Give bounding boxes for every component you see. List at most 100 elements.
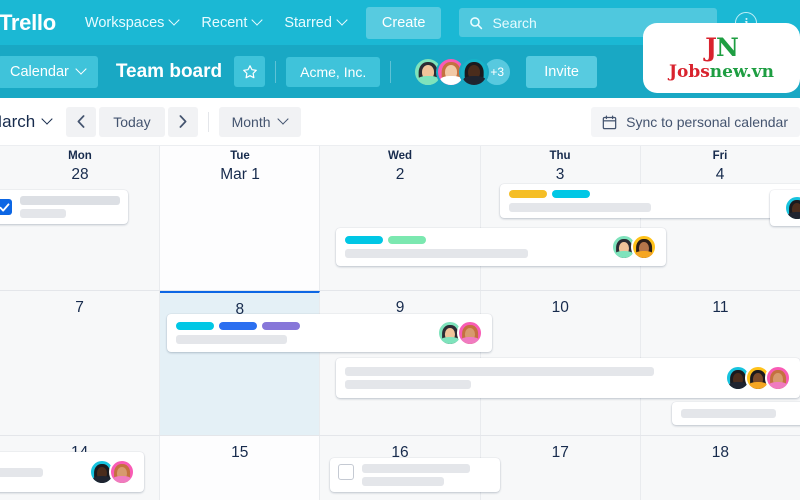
week-divider (0, 290, 800, 291)
day-cell-8-today[interactable]: 8 (160, 291, 321, 436)
card-label-green (388, 236, 426, 244)
card-text-line (20, 209, 66, 218)
card-mon28-checked[interactable] (0, 190, 128, 224)
card-day14-span[interactable] (0, 452, 144, 492)
card-text-line (0, 467, 43, 477)
card-avatar-group (725, 365, 791, 391)
chevron-left-icon (77, 115, 85, 128)
calendar-icon (602, 115, 617, 129)
card-text-line (176, 335, 288, 344)
card-day11-bottom[interactable] (672, 402, 800, 425)
day-number-label: 17 (551, 444, 569, 461)
card-text-line (345, 367, 654, 376)
card-avatar-group (784, 195, 800, 221)
avatar[interactable] (109, 459, 135, 485)
card-label-purple (262, 322, 300, 330)
avatar[interactable] (459, 56, 490, 87)
day-cell-7[interactable]: 7 (0, 291, 161, 436)
view-range-selector[interactable]: Month (218, 106, 301, 137)
previous-period-button[interactable] (66, 106, 97, 137)
calendar-toolbar: March Today Month (0, 98, 800, 146)
invite-button[interactable]: Invite (526, 55, 597, 88)
wordmark-part-red: Jobs (668, 61, 710, 82)
jobsnew-logo-mark: JN (705, 32, 739, 62)
card-wed2-span[interactable] (336, 228, 666, 266)
day-cell-18[interactable]: 18 (641, 436, 800, 500)
card-content (509, 190, 800, 212)
chevron-down-icon (43, 115, 52, 124)
card-content (0, 467, 81, 477)
card-text-line (681, 409, 777, 418)
calendar-grid: Mon 28 Tue Mar 1 Wed 2 Thu 3 Fri 4 7 8 9… (0, 146, 800, 500)
logo-letter-j: J (705, 32, 717, 62)
card-labels (176, 322, 429, 330)
card-content (681, 409, 800, 418)
create-button[interactable]: Create (365, 6, 442, 39)
navigation-group: Today (66, 106, 198, 137)
card-avatar-group (437, 320, 483, 346)
nav-item-workspaces[interactable]: Workspaces (74, 8, 191, 38)
star-board-button[interactable] (234, 56, 266, 87)
jobsnew-watermark: JN Jobsnew.vn (643, 23, 800, 93)
chevron-down-icon (338, 16, 347, 25)
divider (275, 60, 277, 83)
view-switcher-label: Calendar (10, 63, 69, 80)
card-text-line (509, 203, 651, 212)
chevron-down-icon (279, 115, 288, 124)
card-text-line (20, 196, 120, 205)
check-icon (0, 202, 9, 212)
card-label-cyan (345, 236, 383, 244)
avatar[interactable] (784, 195, 800, 221)
day-number-label: 7 (75, 299, 84, 316)
card-day16-unchecked[interactable] (330, 458, 500, 492)
logo-letter-n: N (715, 32, 739, 62)
sync-button-label: Sync to personal calendar (626, 114, 788, 130)
card-label-cyan (176, 322, 214, 330)
board-title[interactable]: Team board (116, 61, 222, 83)
wordmark-part-green: new.vn (709, 61, 775, 82)
month-selector[interactable]: March (0, 112, 52, 132)
search-icon (470, 16, 483, 29)
nav-label-starred: Starred (284, 14, 332, 31)
card-day8-span[interactable] (167, 314, 492, 352)
jobsnew-wordmark: Jobsnew.vn (669, 62, 774, 82)
card-avatar-group (89, 459, 135, 485)
chevron-down-icon (170, 16, 179, 25)
card-content (176, 322, 429, 344)
card-avatar-group (611, 234, 657, 260)
day-cell-17[interactable]: 17 (481, 436, 641, 500)
nav-label-workspaces: Workspaces (84, 14, 165, 31)
card-content (345, 236, 603, 258)
card-thu3-top[interactable] (500, 184, 800, 218)
nav-item-starred[interactable]: Starred (273, 8, 358, 38)
sync-to-personal-calendar-button[interactable]: Sync to personal calendar (591, 107, 800, 137)
card-content (20, 196, 120, 218)
chevron-down-icon (253, 16, 262, 25)
day-number-label: 18 (711, 444, 730, 461)
nav-label-recent: Recent (201, 14, 248, 31)
view-switcher-calendar[interactable]: Calendar (0, 55, 98, 88)
avatar[interactable] (457, 320, 483, 346)
card-checkbox-checked[interactable] (0, 199, 12, 215)
card-label-yellow (509, 190, 547, 198)
card-day9-span[interactable] (336, 358, 800, 398)
month-label: March (0, 111, 36, 131)
week-divider (0, 435, 800, 436)
day-number-label: 15 (231, 444, 249, 461)
card-checkbox-unchecked[interactable] (338, 464, 354, 480)
avatar[interactable] (765, 365, 791, 391)
card-fri4-edge[interactable] (770, 190, 800, 226)
avatar[interactable] (631, 234, 657, 260)
nav-item-recent[interactable]: Recent (190, 8, 273, 38)
day-cell-15[interactable]: 15 (160, 436, 321, 500)
card-text-line (362, 477, 444, 486)
chevron-down-icon (77, 65, 86, 74)
view-range-label: Month (231, 113, 271, 130)
trello-calendar-app: Trello Workspaces Recent Starred Create … (0, 0, 800, 500)
next-period-button[interactable] (167, 106, 198, 137)
chevron-right-icon (179, 115, 187, 128)
workspace-button[interactable]: Acme, Inc. (286, 56, 381, 87)
divider (390, 60, 392, 83)
trello-logo[interactable]: Trello (0, 10, 56, 36)
today-button[interactable]: Today (99, 106, 165, 137)
